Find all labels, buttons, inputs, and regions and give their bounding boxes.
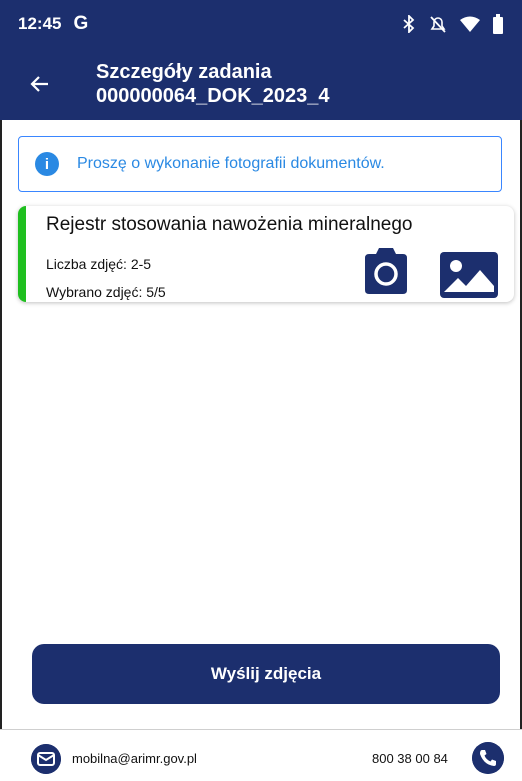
page-title: Szczegóły zadania 000000064_DOK_2023_4: [96, 60, 330, 108]
mail-icon[interactable]: [31, 744, 61, 774]
google-icon: G: [73, 13, 89, 34]
camera-icon[interactable]: [362, 244, 410, 296]
document-title: Rejestr stosowania nawożenia mineralnego: [46, 214, 413, 235]
email-link[interactable]: mobilna@arimr.gov.pl: [72, 751, 197, 766]
app-bar: 12:45 G Szczegóły zadania 000000064_DOK_…: [0, 0, 522, 120]
wifi-icon: [460, 16, 480, 32]
title-bar: Szczegóły zadania 000000064_DOK_2023_4: [0, 56, 522, 116]
phone-icon[interactable]: [472, 742, 504, 774]
photo-count-label: Liczba zdjęć: 2-5: [46, 256, 152, 272]
document-card[interactable]: Rejestr stosowania nawożenia mineralnego…: [18, 206, 514, 302]
info-banner: i Proszę o wykonanie fotografii dokument…: [18, 136, 502, 192]
footer: mobilna@arimr.gov.pl 800 38 00 84: [0, 730, 522, 781]
status-bar: 12:45 G: [0, 0, 522, 48]
do-not-disturb-icon: [430, 16, 446, 33]
page-title-line2: 000000064_DOK_2023_4: [96, 85, 330, 107]
bluetooth-icon: [403, 15, 415, 33]
gallery-icon[interactable]: [440, 252, 498, 298]
status-time: 12:45: [18, 14, 62, 33]
info-text: Proszę o wykonanie fotografii dokumentów…: [77, 155, 385, 172]
back-arrow-icon[interactable]: [28, 72, 52, 96]
status-stripe: [18, 206, 26, 302]
send-photos-button[interactable]: Wyślij zdjęcia: [32, 644, 500, 704]
page-title-line1: Szczegóły zadania: [96, 61, 272, 83]
selected-count-label: Wybrano zdjęć: 5/5: [46, 284, 166, 300]
status-icons: [402, 14, 504, 34]
battery-icon: [493, 14, 503, 34]
info-icon: i: [35, 152, 59, 176]
phone-link[interactable]: 800 38 00 84: [372, 751, 448, 766]
